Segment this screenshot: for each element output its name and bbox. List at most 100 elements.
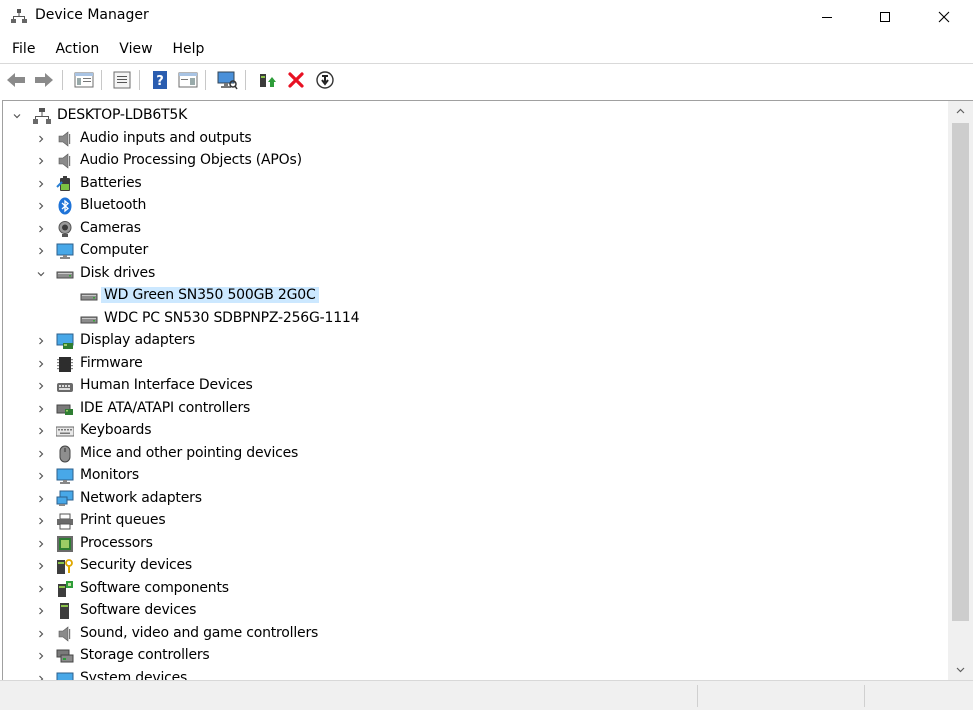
tree-category-label: Computer (80, 242, 148, 258)
chevron-right-icon[interactable] (35, 673, 47, 680)
tree-category-label: Human Interface Devices (80, 377, 253, 393)
title-bar: Device Manager (0, 0, 973, 34)
forward-icon[interactable] (32, 68, 56, 92)
tree-category[interactable]: Monitors (3, 465, 949, 487)
uninstall-device-icon[interactable] (284, 68, 308, 92)
tree-category[interactable]: Sound, video and game controllers (3, 623, 949, 645)
chevron-right-icon[interactable] (35, 380, 47, 392)
menu-view[interactable]: View (119, 38, 152, 62)
menu-action[interactable]: Action (55, 38, 99, 62)
chevron-right-icon[interactable] (35, 425, 47, 437)
tree-category[interactable]: Human Interface Devices (3, 375, 949, 397)
tree-root[interactable]: DESKTOP-LDB6T5K (3, 105, 949, 127)
tree-category[interactable]: Audio Processing Objects (APOs) (3, 150, 949, 172)
tree-category[interactable]: Firmware (3, 353, 949, 375)
tree-category-label: Display adapters (80, 332, 195, 348)
vertical-scrollbar[interactable] (948, 101, 973, 680)
chevron-right-icon[interactable] (35, 605, 47, 617)
tree-category[interactable]: Bluetooth (3, 195, 949, 217)
chevron-right-icon[interactable] (35, 155, 47, 167)
software-component-icon (56, 580, 74, 598)
tree-category[interactable]: Software devices (3, 600, 949, 622)
scan-hardware-icon[interactable] (215, 68, 239, 92)
menu-bar: File Action View Help (0, 38, 973, 62)
computer-icon (56, 242, 74, 260)
toolbar-separator (245, 70, 246, 90)
tree-category[interactable]: Computer (3, 240, 949, 262)
tree-category-label: Bluetooth (80, 197, 147, 213)
chevron-right-icon[interactable] (35, 470, 47, 482)
chevron-down-icon[interactable] (35, 268, 47, 280)
chevron-right-icon[interactable] (35, 133, 47, 145)
tree-category[interactable]: Disk drives (3, 263, 949, 285)
toolbar-separator (101, 70, 102, 90)
minimize-button[interactable] (798, 0, 856, 34)
tree-category[interactable]: Print queues (3, 510, 949, 532)
chevron-right-icon[interactable] (35, 223, 47, 235)
scroll-up-button[interactable] (948, 101, 973, 121)
tree-category[interactable]: IDE ATA/ATAPI controllers (3, 398, 949, 420)
tree-category[interactable]: Mice and other pointing devices (3, 443, 949, 465)
chevron-right-icon[interactable] (35, 178, 47, 190)
tree-category-label: Mice and other pointing devices (80, 444, 299, 461)
hid-icon (56, 377, 74, 395)
tree-category-label: Batteries (80, 174, 142, 191)
status-bar (0, 680, 973, 710)
chevron-right-icon[interactable] (35, 515, 47, 527)
action-pane-icon[interactable] (176, 68, 200, 92)
storage-controller-icon (56, 647, 74, 665)
tree-category-label: Audio Processing Objects (APOs) (80, 152, 302, 168)
chevron-down-icon[interactable] (11, 110, 23, 122)
help-icon[interactable]: ? (148, 68, 172, 92)
tree-category-label: Processors (80, 534, 153, 551)
speaker-icon (56, 130, 74, 148)
chevron-right-icon[interactable] (35, 245, 47, 257)
chevron-right-icon[interactable] (35, 560, 47, 572)
mouse-icon (56, 445, 74, 463)
tree-category[interactable]: Cameras (3, 218, 949, 240)
tree-category[interactable]: Batteries (3, 173, 949, 195)
bluetooth-icon (56, 197, 74, 215)
tree-category[interactable]: Network adapters (3, 488, 949, 510)
update-driver-icon[interactable] (255, 68, 279, 92)
close-button[interactable] (915, 0, 973, 34)
tree-category-label: Storage controllers (80, 647, 210, 663)
properties-icon[interactable] (110, 68, 134, 92)
tree-category-label: Print queues (80, 512, 166, 528)
menu-help[interactable]: Help (173, 38, 205, 62)
firmware-icon (56, 355, 74, 373)
tree-category[interactable]: Processors (3, 533, 949, 555)
tree-category[interactable]: Keyboards (3, 420, 949, 442)
chevron-right-icon[interactable] (35, 493, 47, 505)
chevron-right-icon[interactable] (35, 403, 47, 415)
speaker-icon (56, 152, 74, 170)
tree-category[interactable]: System devices (3, 668, 949, 680)
tree-category[interactable]: Storage controllers (3, 645, 949, 667)
chevron-right-icon[interactable] (35, 335, 47, 347)
tree-category[interactable]: Display adapters (3, 330, 949, 352)
scroll-down-button[interactable] (948, 660, 973, 680)
camera-icon (56, 220, 74, 238)
back-icon[interactable] (4, 68, 28, 92)
tree-category[interactable]: Security devices (3, 555, 949, 577)
chevron-right-icon[interactable] (35, 583, 47, 595)
chevron-right-icon[interactable] (35, 200, 47, 212)
console-tree-icon[interactable] (72, 68, 96, 92)
chevron-right-icon[interactable] (35, 538, 47, 550)
disk-drive-icon (56, 265, 74, 283)
chevron-right-icon[interactable] (35, 650, 47, 662)
maximize-button[interactable] (856, 0, 914, 34)
scrollbar-thumb[interactable] (952, 123, 969, 621)
chevron-right-icon[interactable] (35, 358, 47, 370)
tree-category-label: Cameras (80, 219, 141, 236)
tree-category[interactable]: Audio inputs and outputs (3, 128, 949, 150)
chevron-right-icon[interactable] (35, 628, 47, 640)
tree-category-label: IDE ATA/ATAPI controllers (80, 399, 251, 416)
disable-device-icon[interactable] (313, 68, 337, 92)
tree-device[interactable]: WD Green SN350 500GB 2G0C (3, 285, 949, 307)
menu-file[interactable]: File (12, 38, 35, 62)
device-manager-icon (11, 8, 27, 24)
tree-device[interactable]: WDC PC SN530 SDBPNPZ-256G-1114 (3, 308, 949, 330)
chevron-right-icon[interactable] (35, 448, 47, 460)
tree-category[interactable]: Software components (3, 578, 949, 600)
